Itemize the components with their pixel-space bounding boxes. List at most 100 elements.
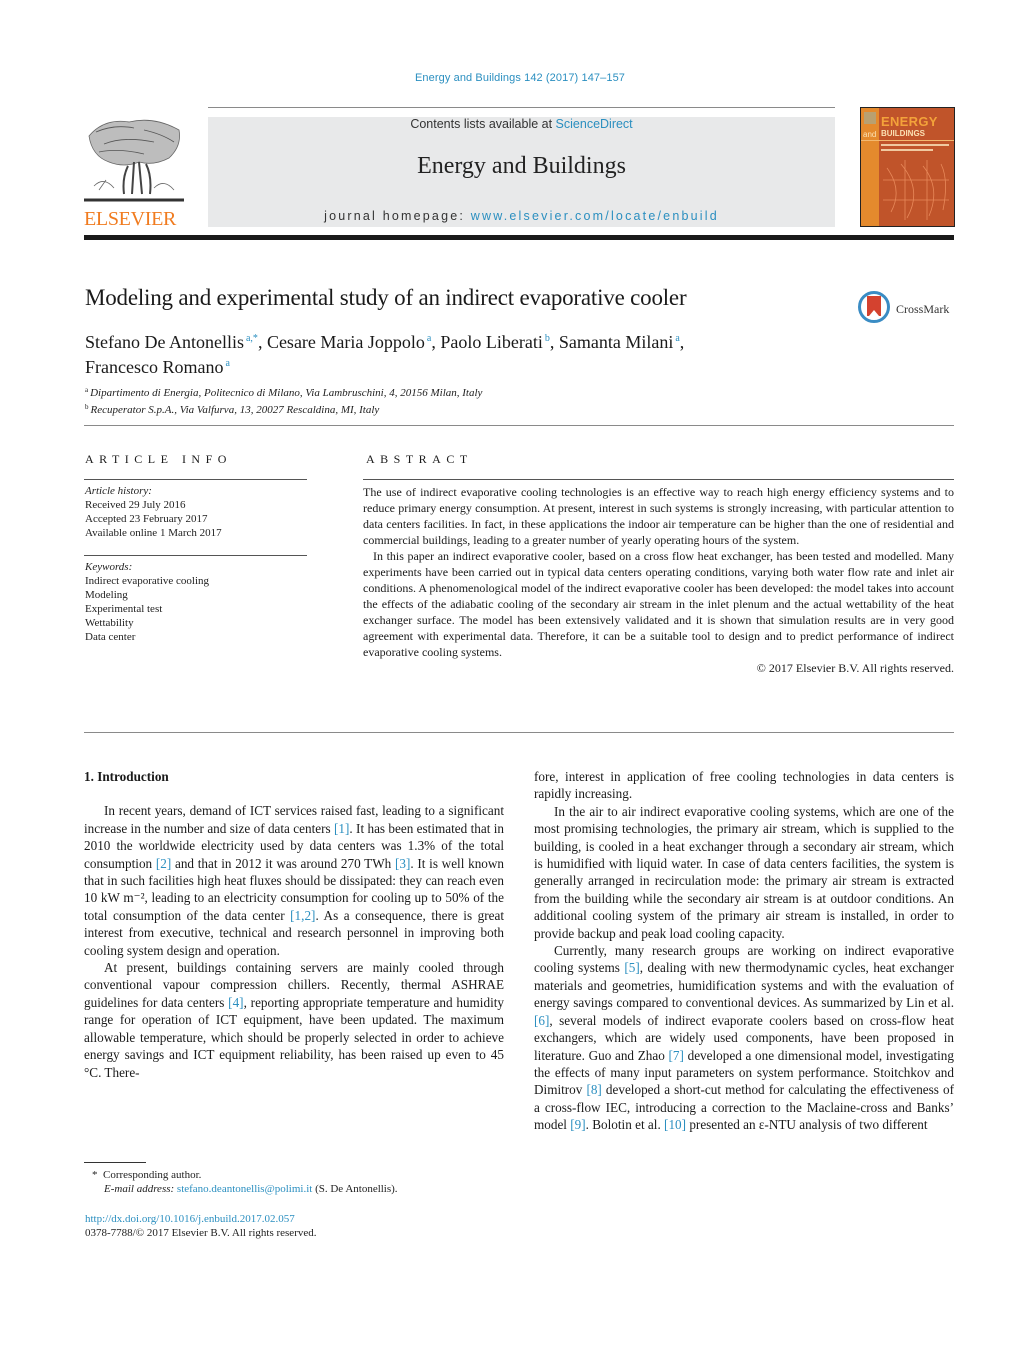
- citation-link[interactable]: [7]: [669, 1048, 684, 1063]
- cover-tagline: [881, 149, 933, 151]
- affiliations: a Dipartimento di Energia, Politecnico di…: [85, 383, 482, 417]
- body-column-left: 1. Introduction In recent years, demand …: [84, 768, 504, 1081]
- contents-prefix: Contents lists available at: [410, 117, 556, 131]
- journal-cover-thumbnail[interactable]: ENERGY and BUILDINGS: [860, 107, 955, 227]
- cover-graphic-icon: [883, 160, 949, 220]
- author[interactable]: Cesare Maria Joppolo a: [267, 332, 431, 352]
- abstract-rule: [363, 479, 954, 480]
- paragraph-text: and that in 2012 it was around 270 TWh: [171, 855, 395, 871]
- affiliation-item: a Dipartimento di Energia, Politecnico di…: [85, 383, 482, 400]
- article-info-heading: ARTICLE INFO: [85, 452, 232, 466]
- email-note: E-mail address: stefano.deantonellis@pol…: [92, 1182, 398, 1196]
- citation-link[interactable]: [5]: [624, 960, 639, 975]
- cover-badge-icon: [864, 112, 876, 124]
- footnote-rule: [84, 1162, 146, 1163]
- corresponding-author-note: * Corresponding author.: [92, 1168, 398, 1182]
- affiliation-item: b Recuperator S.p.A., Via Valfurva, 13, 2…: [85, 400, 482, 417]
- left-paragraphs: In recent years, demand of ICT services …: [84, 802, 504, 1081]
- footnote-corresponding: * Corresponding author. E-mail address: …: [92, 1168, 398, 1196]
- author-separator: ,: [549, 332, 559, 352]
- journal-homepage: journal homepage: www.elsevier.com/locat…: [208, 209, 835, 223]
- citation-link[interactable]: [3]: [395, 856, 410, 871]
- paragraph-text: presented an ε-NTU analysis of two diffe…: [686, 1117, 928, 1133]
- homepage-link[interactable]: www.elsevier.com/locate/enbuild: [471, 209, 719, 223]
- history-received: Received 29 July 2016: [85, 499, 186, 511]
- abstract-paragraph: The use of indirect evaporative cooling …: [363, 485, 954, 547]
- author-name[interactable]: Paolo Liberati: [440, 332, 542, 352]
- keyword-item: Experimental test: [85, 603, 163, 615]
- citation-link[interactable]: [9]: [570, 1117, 585, 1132]
- citation-link[interactable]: [2]: [156, 856, 171, 871]
- citation-link[interactable]: [4]: [228, 995, 243, 1010]
- corresponding-text: Corresponding author.: [103, 1169, 202, 1181]
- author-affiliation-marker[interactable]: a,*: [246, 333, 258, 344]
- author-name[interactable]: Cesare Maria Joppolo: [267, 332, 425, 352]
- journal-name[interactable]: Energy and Buildings: [208, 153, 835, 180]
- body-paragraph: Currently, many research groups are work…: [534, 942, 954, 1133]
- article-history: Article history: Received 29 July 2016 A…: [85, 484, 222, 540]
- abstract-heading: ABSTRACT: [366, 452, 473, 466]
- citation-link[interactable]: [10]: [664, 1117, 686, 1132]
- header-top-rule: [208, 107, 835, 108]
- email-link[interactable]: stefano.deantonellis@polimi.it: [177, 1183, 312, 1195]
- doi-link[interactable]: http://dx.doi.org/10.1016/j.enbuild.2017…: [85, 1212, 317, 1226]
- journal-reference-link[interactable]: Energy and Buildings 142 (2017) 147–157: [415, 72, 625, 84]
- author[interactable]: Samanta Milani a: [559, 332, 680, 352]
- paragraph-text: . Bolotin et al.: [585, 1117, 665, 1133]
- body-paragraph: In recent years, demand of ICT services …: [84, 802, 504, 959]
- author[interactable]: Stefano De Antonellis a,*: [85, 332, 258, 352]
- history-online: Available online 1 March 2017: [85, 527, 222, 539]
- crossmark-label: CrossMark: [896, 302, 950, 316]
- body-paragraph: In the air to air indirect evaporative c…: [534, 803, 954, 942]
- cover-tagline: [881, 144, 949, 146]
- abstract-divider: [84, 732, 954, 733]
- body-paragraph: fore, interest in application of free co…: [534, 768, 954, 803]
- author[interactable]: Francesco Romano a: [85, 357, 230, 377]
- keywords-label: Keywords:: [85, 561, 133, 573]
- crossmark-notch: [869, 310, 879, 316]
- author-name[interactable]: Samanta Milani: [559, 332, 673, 352]
- affiliation-marker: a: [85, 386, 89, 394]
- author-separator: ,: [679, 332, 685, 352]
- author-name[interactable]: Francesco Romano: [85, 357, 223, 377]
- keyword-item: Data center: [85, 631, 136, 643]
- doi-block: http://dx.doi.org/10.1016/j.enbuild.2017…: [85, 1212, 317, 1240]
- citation-link[interactable]: [1,2]: [290, 908, 315, 923]
- cover-and-text: and: [863, 130, 877, 139]
- section-heading: 1. Introduction: [84, 769, 169, 784]
- history-accepted: Accepted 23 February 2017: [85, 513, 208, 525]
- abstract-paragraph: In this paper an indirect evaporative co…: [363, 549, 954, 659]
- citation-link[interactable]: [1]: [334, 821, 349, 836]
- cover-divider: [861, 140, 954, 141]
- author-affiliation-marker[interactable]: a: [225, 358, 229, 369]
- paragraph-text: fore, interest in application of free co…: [534, 769, 954, 802]
- author-separator: ,: [257, 332, 267, 352]
- citation-link[interactable]: [8]: [586, 1082, 601, 1097]
- keywords: Keywords: Indirect evaporative cooling M…: [85, 560, 209, 644]
- article-title: Modeling and experimental study of an in…: [85, 285, 687, 310]
- citation-link[interactable]: [6]: [534, 1013, 549, 1028]
- article-history-label: Article history:: [85, 485, 152, 497]
- issn-line: 0378-7788/© 2017 Elsevier B.V. All right…: [85, 1227, 317, 1239]
- email-suffix: (S. De Antonellis).: [312, 1183, 398, 1195]
- author[interactable]: Paolo Liberati b: [440, 332, 549, 352]
- keyword-item: Indirect evaporative cooling: [85, 575, 210, 587]
- body-paragraph: At present, buildings containing servers…: [84, 959, 504, 1081]
- homepage-prefix: journal homepage:: [324, 209, 471, 223]
- crossmark-button[interactable]: CrossMark: [858, 291, 958, 331]
- cover-energy-text: ENERGY: [881, 114, 938, 129]
- email-label: E-mail address:: [104, 1183, 175, 1195]
- abstract-body: The use of indirect evaporative cooling …: [363, 484, 954, 676]
- sciencedirect-link[interactable]: ScienceDirect: [556, 117, 633, 131]
- affiliation-marker: b: [85, 403, 89, 411]
- author-name[interactable]: Stefano De Antonellis: [85, 332, 244, 352]
- abstract-copyright: © 2017 Elsevier B.V. All rights reserved…: [756, 661, 954, 675]
- journal-reference[interactable]: Energy and Buildings 142 (2017) 147–157: [0, 72, 1020, 84]
- header-thick-rule: [84, 235, 954, 240]
- body-column-right: fore, interest in application of free co…: [534, 768, 954, 1134]
- elsevier-logo[interactable]: ELSEVIER: [84, 116, 186, 230]
- cover-buildings-text: BUILDINGS: [881, 129, 925, 138]
- cover-stripe: [861, 108, 879, 226]
- footnote-mark: *: [92, 1169, 98, 1181]
- keyword-item: Wettability: [85, 617, 134, 629]
